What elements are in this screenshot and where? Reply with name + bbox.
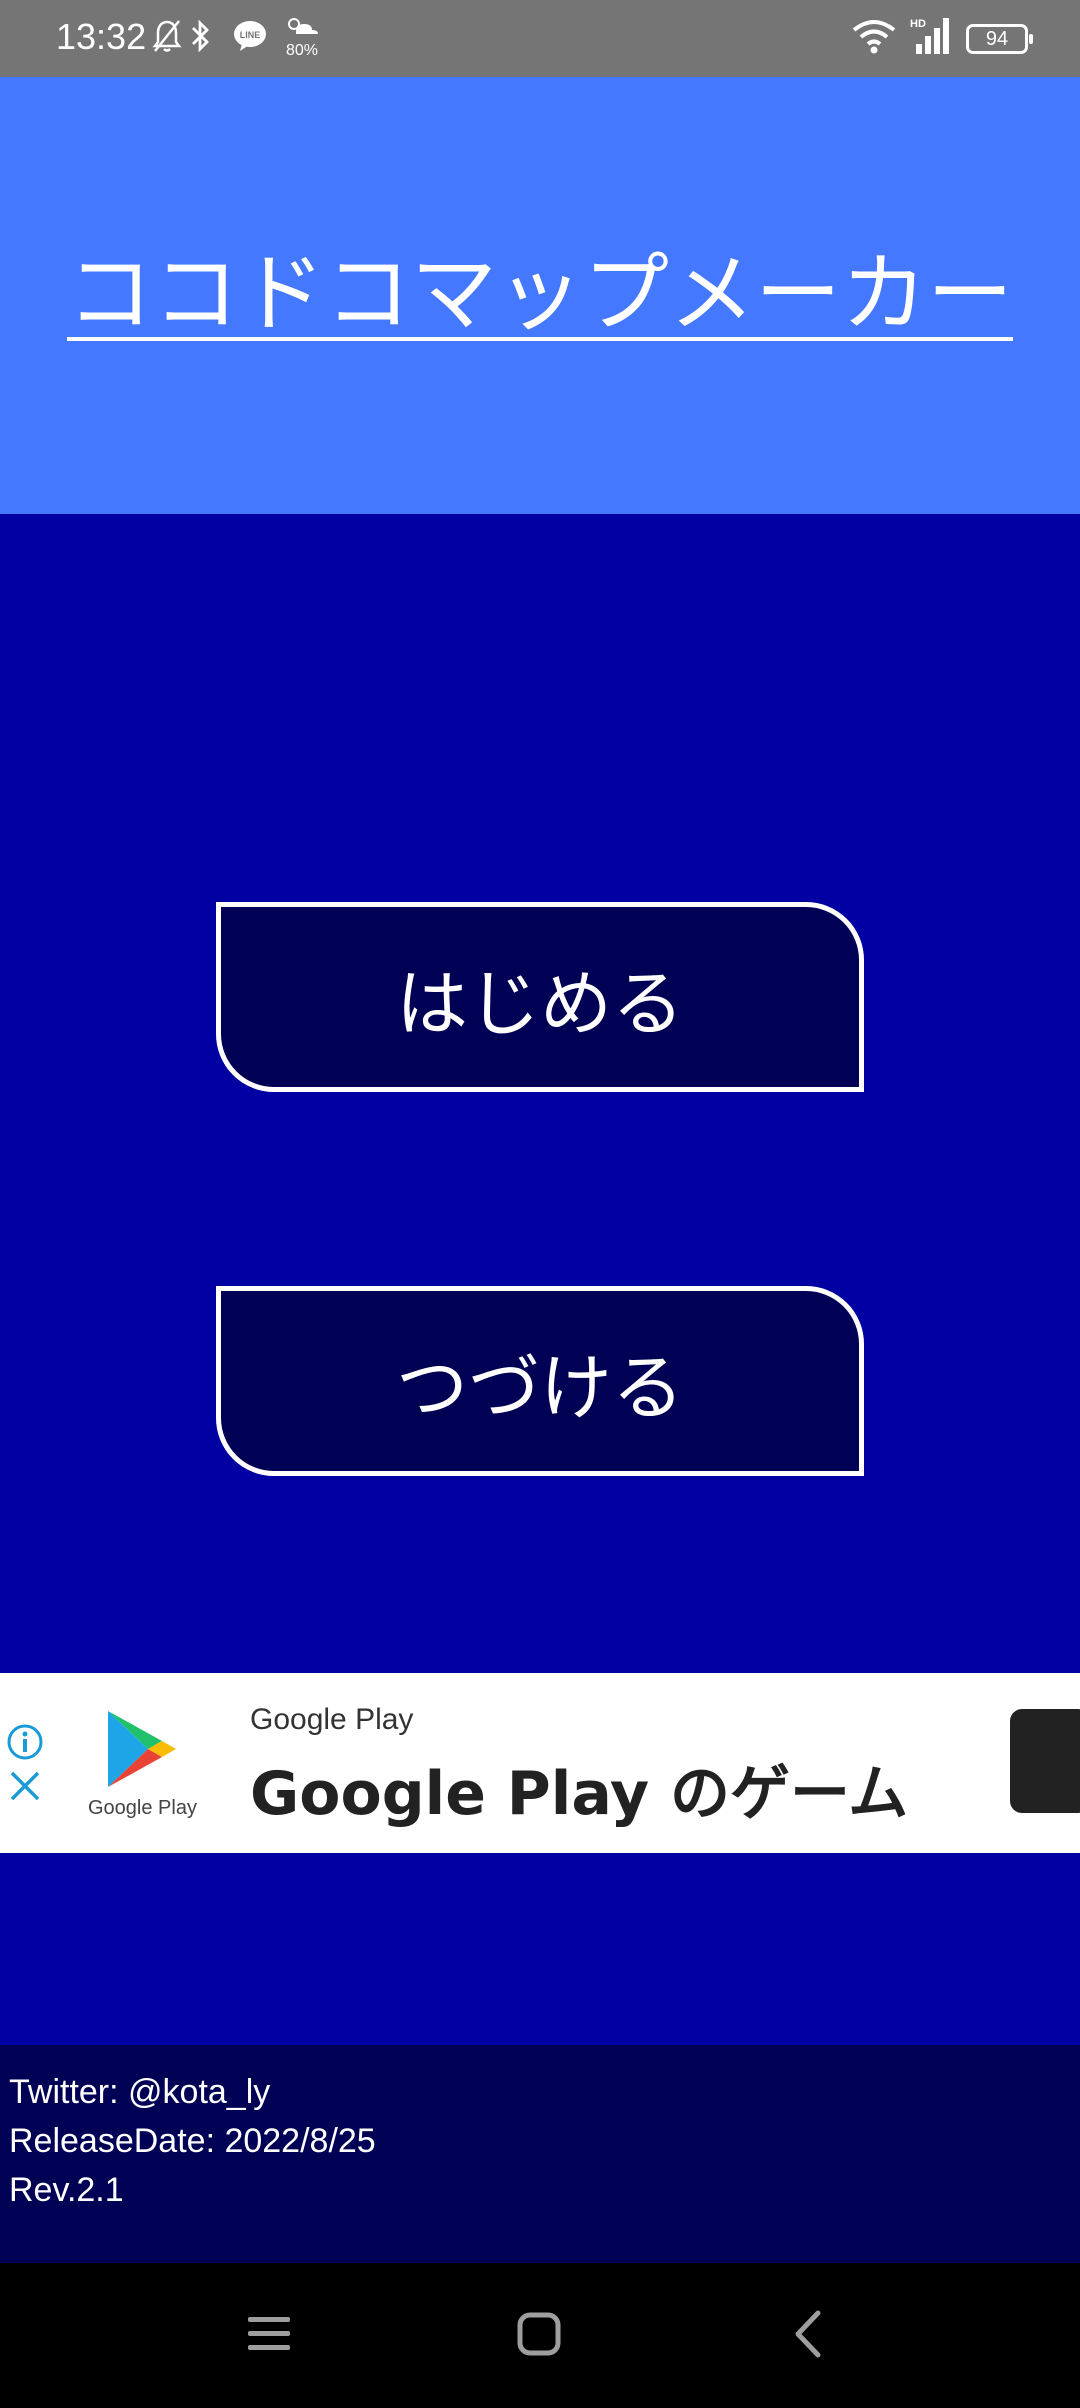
continue-button-label: つづける <box>395 1345 684 1430</box>
svg-text:HD: HD <box>910 18 926 30</box>
continue-button[interactable]: つづける <box>216 1286 864 1476</box>
app-title[interactable]: ココドコマップメーカー <box>0 247 1080 342</box>
ad-close-icon[interactable] <box>8 1769 42 1803</box>
google-play-logo-icon <box>108 1711 176 1787</box>
battery-level: 94 <box>985 28 1009 50</box>
recents-menu-icon[interactable] <box>246 2313 292 2355</box>
ad-cta-button[interactable] <box>1010 1709 1080 1813</box>
bell-off-icon <box>152 20 182 52</box>
svg-text:LINE: LINE <box>240 30 261 40</box>
twitter-handle: Twitter: @kota_ly <box>9 2073 271 2111</box>
start-button[interactable]: はじめる <box>216 902 864 1092</box>
app-header: ココドコマップメーカー <box>0 77 1080 514</box>
home-icon[interactable] <box>516 2311 562 2357</box>
bluetooth-icon <box>192 19 209 53</box>
line-icon: LINE <box>234 21 266 51</box>
navigation-bar <box>0 2263 1080 2408</box>
battery-icon: 94 <box>966 24 1033 54</box>
ad-headline[interactable]: Google Play のゲーム <box>250 1745 908 1832</box>
signal-icon: HD <box>910 18 949 54</box>
start-button-label: はじめる <box>395 961 684 1046</box>
main-area: はじめる つづける <box>0 514 1080 1673</box>
status-bar: 13:32 LINE 80% HD 94 <box>0 0 1080 77</box>
footer: Twitter: @kota_ly ReleaseDate: 2022/8/25… <box>0 2045 1080 2263</box>
ad-advertiser: Google Play <box>250 1703 414 1736</box>
weather-icon <box>288 18 318 34</box>
wifi-icon <box>852 20 896 54</box>
ad-info-icon[interactable] <box>6 1723 44 1761</box>
weather-percent: 80% <box>286 42 319 59</box>
ad-logo-label: Google Play <box>88 1797 197 1819</box>
back-icon[interactable] <box>790 2309 824 2359</box>
status-time: 13:32 <box>56 16 147 57</box>
release-date: ReleaseDate: 2022/8/25 <box>9 2122 376 2160</box>
revision: Rev.2.1 <box>9 2171 124 2209</box>
ad-banner[interactable]: Google Play Google Play Google Play のゲーム <box>0 1673 1080 1853</box>
